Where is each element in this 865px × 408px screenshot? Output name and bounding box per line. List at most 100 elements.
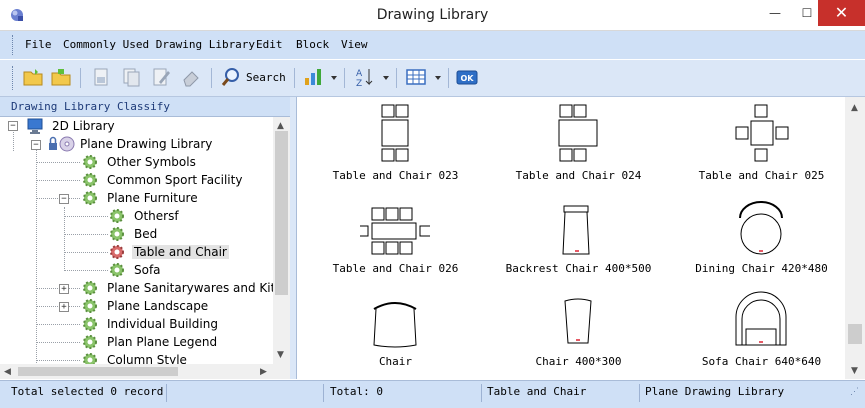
gear-icon <box>83 335 97 349</box>
tree-horizontal-scroll-thumb[interactable] <box>18 367 178 376</box>
toolbar-separator <box>294 68 295 88</box>
drawing-item[interactable]: Table and Chair 025 <box>670 97 853 190</box>
tree-expander-plane-drawing-library[interactable]: − <box>31 140 41 150</box>
status-total: Total: 0 <box>330 385 383 398</box>
menu-block[interactable]: Block <box>296 38 329 51</box>
search-icon[interactable] <box>220 66 242 88</box>
gear-icon <box>83 353 97 364</box>
tree-label: Plane Drawing Library <box>80 137 213 151</box>
new-folder-icon[interactable] <box>22 66 44 88</box>
drawing-item-label: Table and Chair 025 <box>698 169 825 182</box>
tree-expander-plane-furniture[interactable]: − <box>59 194 69 204</box>
table-chair-023-icon <box>381 104 409 162</box>
disc-icon <box>59 136 75 152</box>
tree-expander-plane-landscape[interactable]: + <box>59 302 69 312</box>
tree-label: Othersf <box>134 209 179 223</box>
menu-view[interactable]: View <box>341 38 368 51</box>
drawing-item[interactable]: Chair 400*300 <box>487 283 670 376</box>
scroll-up-arrow-icon[interactable]: ▲ <box>277 121 284 131</box>
toolbar: Search AZ OK <box>0 60 865 97</box>
tree-line <box>13 129 14 151</box>
tree-line <box>64 252 108 253</box>
drawing-item[interactable]: Sofa Chair 640*640 <box>670 283 853 376</box>
svg-text:Z: Z <box>356 79 362 88</box>
menu-file[interactable]: File <box>25 38 52 51</box>
gear-icon <box>110 209 124 223</box>
toolbar-separator <box>80 68 81 88</box>
tree-label: Plane Landscape <box>107 299 209 313</box>
ok-icon[interactable]: OK <box>456 66 478 88</box>
tree-expander-plane-sanitarywares[interactable]: + <box>59 284 69 294</box>
classify-header-label: Drawing Library Classify <box>11 100 170 113</box>
classify-header: Drawing Library Classify <box>0 97 290 117</box>
close-button[interactable]: ✕ <box>818 0 865 26</box>
tree-line <box>36 306 80 307</box>
drawing-item-label: Dining Chair 420*480 <box>695 262 828 275</box>
toolbar-separator <box>211 68 212 88</box>
toolbar-separator <box>344 68 345 88</box>
table-chair-025-icon <box>735 104 789 162</box>
menu-edit[interactable]: Edit <box>256 38 283 51</box>
drawing-item[interactable]: Backrest Chair 400*500 <box>487 190 670 283</box>
tree-label-selected: Table and Chair <box>132 245 229 259</box>
eraser-icon[interactable] <box>180 66 202 88</box>
scroll-left-arrow-icon[interactable]: ◀ <box>4 367 11 377</box>
gear-icon <box>110 263 124 277</box>
open-folder-icon[interactable] <box>50 66 72 88</box>
tree-line <box>64 270 108 271</box>
toolbar-separator <box>448 68 449 88</box>
drawing-grid: Table and Chair 023 Table and Chair 024 … <box>296 97 846 379</box>
tree-line <box>36 198 80 199</box>
copy-document-icon[interactable] <box>120 66 142 88</box>
drawing-item[interactable]: Table and Chair 024 <box>487 97 670 190</box>
table-chair-026-icon <box>360 207 430 255</box>
drawing-item-label: Sofa Chair 640*640 <box>701 355 822 368</box>
grid-vertical-scroll-thumb[interactable] <box>848 324 862 344</box>
tree-line <box>36 162 80 163</box>
tree-label: Common Sport Facility <box>107 173 243 187</box>
edit-document-icon[interactable] <box>150 66 172 88</box>
status-divider <box>639 384 640 402</box>
tree-line <box>36 324 80 325</box>
gear-icon <box>110 245 124 259</box>
chart-dropdown-arrow[interactable] <box>331 76 337 80</box>
grid-view-icon[interactable] <box>405 66 427 88</box>
bar-chart-icon[interactable] <box>302 66 324 88</box>
menu-common-library[interactable]: Commonly Used Drawing Library <box>63 38 255 51</box>
tree-label: Sofa <box>134 263 161 277</box>
drawing-item[interactable]: Dining Chair 420*480 <box>670 190 853 283</box>
toolbar-grip <box>12 66 15 90</box>
tree-line <box>36 288 80 289</box>
drawing-item-label: Table and Chair 023 <box>332 169 459 182</box>
minimize-button[interactable]: — <box>760 0 790 26</box>
sort-icon[interactable]: AZ <box>354 66 376 88</box>
scroll-right-arrow-icon[interactable]: ▶ <box>260 367 267 377</box>
tree-line <box>36 180 80 181</box>
drawing-item-label: Table and Chair 026 <box>332 262 459 275</box>
window-title: Drawing Library <box>376 7 489 23</box>
status-divider <box>481 384 482 402</box>
sort-dropdown-arrow[interactable] <box>383 76 389 80</box>
table-chair-024-icon <box>558 104 598 162</box>
status-category: Table and Chair <box>487 385 587 398</box>
gear-icon <box>83 155 97 169</box>
drawing-item[interactable]: Table and Chair 023 <box>304 97 487 190</box>
tree-label: 2D Library <box>52 119 115 133</box>
drawing-item[interactable]: Chair <box>304 283 487 376</box>
library-tree: − 2D Library − Plane Drawing Library Oth… <box>0 117 273 364</box>
scroll-down-arrow-icon[interactable]: ▼ <box>277 350 284 360</box>
resize-grip-icon[interactable]: ⋰ <box>850 387 859 397</box>
menu-bar: File Commonly Used Drawing Library Edit … <box>0 31 865 59</box>
view-dropdown-arrow[interactable] <box>435 76 441 80</box>
drawing-item[interactable]: Table and Chair 026 <box>304 190 487 283</box>
tree-label: Column Style <box>107 353 187 364</box>
tree-expander-2d-library[interactable]: − <box>8 121 18 131</box>
drawing-item-label: Chair <box>378 355 413 368</box>
scroll-up-arrow-icon[interactable]: ▲ <box>851 103 858 113</box>
tree-vertical-scroll-thumb[interactable] <box>275 131 288 295</box>
search-button-label[interactable]: Search <box>246 71 286 84</box>
status-bar: Total selected 0 record Total: 0 Table a… <box>0 380 865 408</box>
status-divider <box>166 384 167 402</box>
document-icon[interactable] <box>90 66 112 88</box>
scroll-down-arrow-icon[interactable]: ▼ <box>851 366 858 376</box>
